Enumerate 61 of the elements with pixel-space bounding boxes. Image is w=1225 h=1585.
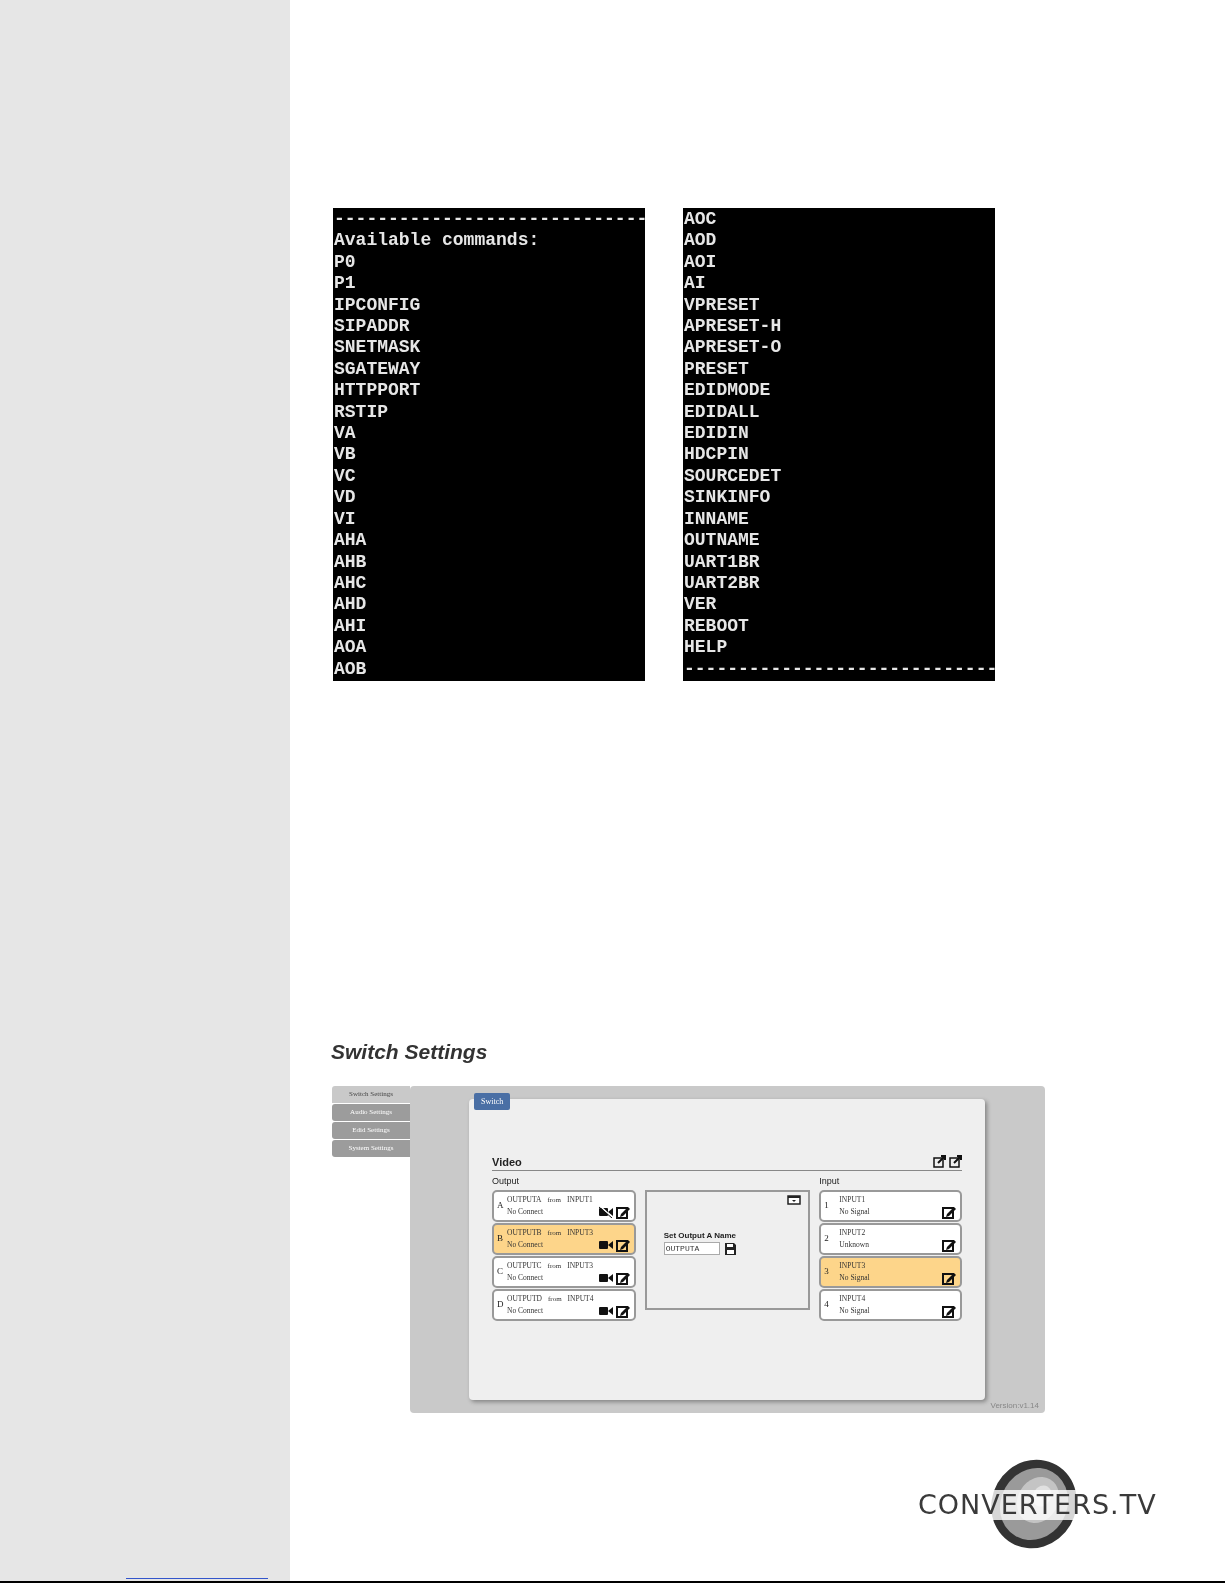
terminal-line: P0 [334,251,356,274]
terminal-line: P1 [334,273,356,295]
terminal-line: VPRESET [684,294,760,317]
terminal-line: AOB [334,658,367,680]
terminal-line: EDIDALL [684,401,760,424]
terminal-line: AHI [334,615,367,638]
terminal-line: AI [684,273,706,295]
version-label: Version:v1.14 [990,1400,1039,1412]
terminal-line: UART2BR [684,572,760,595]
terminal-line: REBOOT [684,615,749,638]
terminal-line: HTTPPORT [334,380,421,402]
section-label: Video [492,1156,522,1168]
terminal-line: AOI [684,251,717,274]
output-letter: B [497,1232,504,1246]
output-letter: D [497,1298,505,1312]
field-label: Set Output A Name [663,1231,736,1241]
terminal-line: Available commands: [334,230,540,252]
column-label: Input [819,1176,840,1187]
terminal-line: HELP [684,637,728,659]
switch-tab[interactable]: Switch [474,1093,511,1110]
terminal-line: SNETMASK [334,337,421,359]
terminal-line: AHD [334,594,367,616]
terminal-line: AHC [334,572,367,595]
terminal-line: SINKINFO [684,487,771,509]
terminal-line: VI [334,508,356,531]
terminal-line: AHA [334,530,367,552]
terminal-line: PRESET [684,358,749,381]
terminal-line: IPCONFIG [334,294,421,317]
terminal-line: VC [334,465,356,488]
terminal-line: APRESET-O [684,337,782,359]
terminal-line: SIPADDR [334,316,410,338]
terminal-line: AOD [684,230,717,252]
terminal-line: AOC [684,209,717,231]
terminal-line: SGATEWAY [334,358,421,381]
terminal-line: EDIDMODE [684,380,771,402]
terminal-line: VD [334,487,356,509]
output-letter: C [497,1265,504,1279]
terminal-line: VB [334,444,356,466]
terminal-line: RSTIP [334,401,388,424]
section-heading: Switch Settings [331,1039,488,1065]
terminal-line: APRESET-H [684,316,782,338]
terminal-line: OUTNAME [684,530,760,552]
terminal-line: AOA [334,637,367,659]
logo-text: CONVERTERS.TV [916,1490,1159,1520]
terminal-line: VER [684,594,717,616]
terminal-line: VA [334,423,356,445]
terminal-line: UART1BR [684,551,760,573]
terminal-line: EDIDIN [684,423,749,445]
input-number: 4 [824,1298,830,1312]
terminal-line: AHB [334,551,367,573]
terminal-line: HDCPIN [684,444,749,466]
terminal-line: ----------------------------- [334,209,645,231]
output-letter: A [497,1199,505,1213]
input-number: 1 [824,1199,830,1213]
input-number: 2 [824,1232,830,1246]
column-label: Output [492,1176,520,1187]
input-number: 3 [824,1265,830,1279]
terminal-line: INNAME [684,508,749,531]
name-input[interactable]: OUTPUTA [663,1242,720,1255]
terminal-line: SOURCEDET [684,465,782,488]
terminal-line: ----------------------------- [684,658,995,680]
